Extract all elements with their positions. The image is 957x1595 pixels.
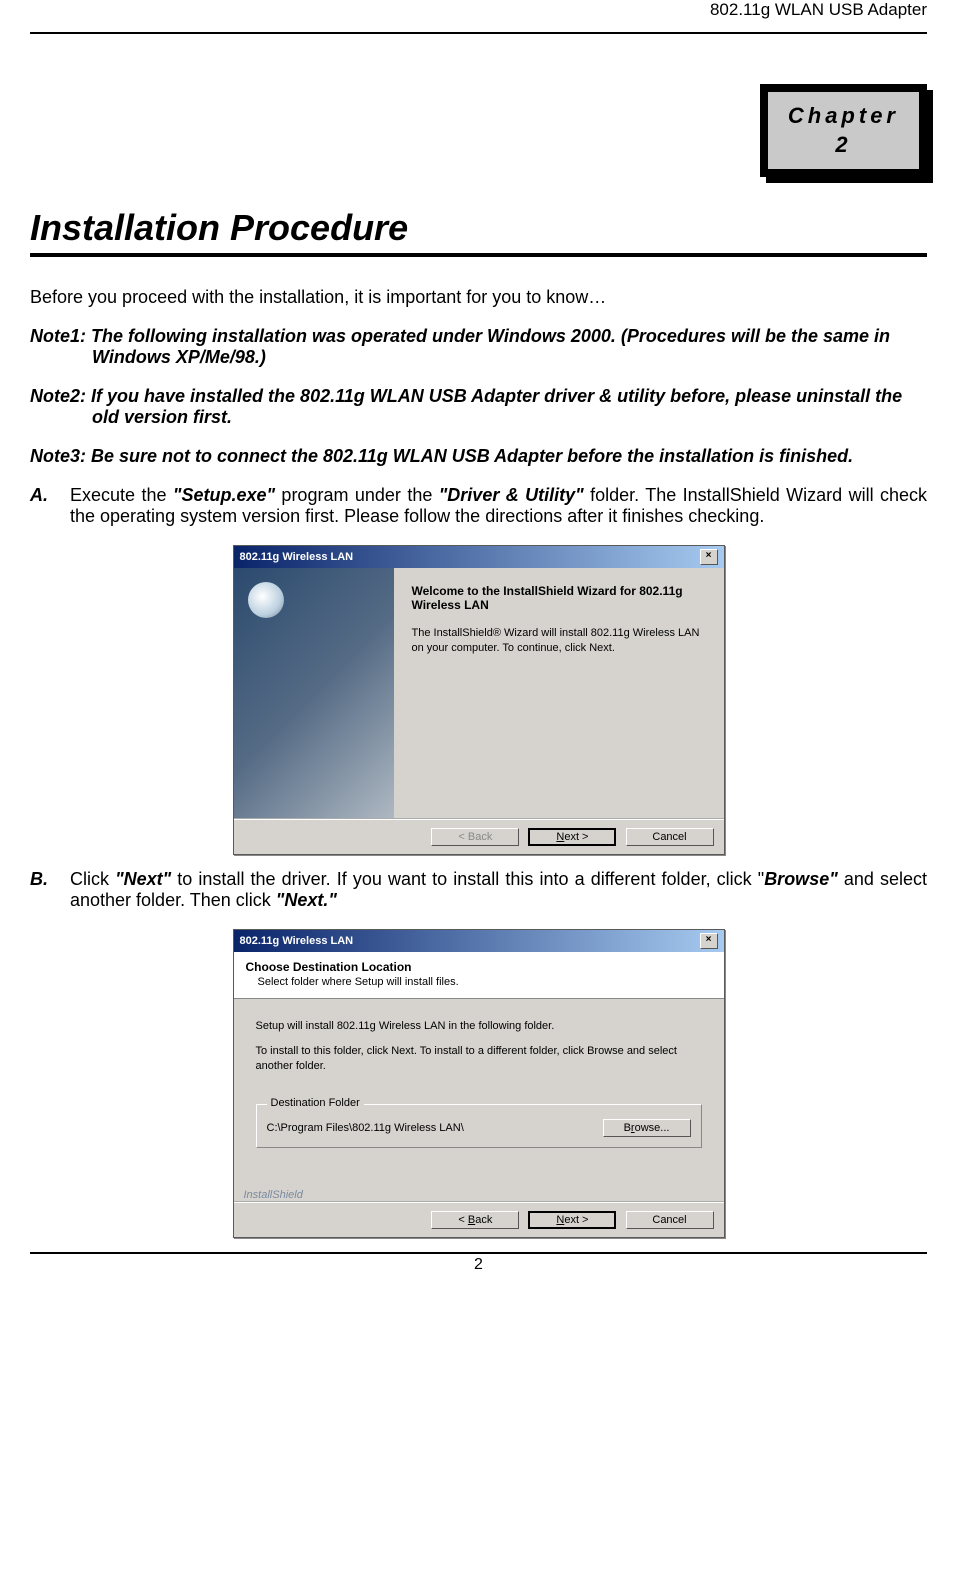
destination-path: C:\Program Files\802.11g Wireless LAN\ xyxy=(267,1122,464,1134)
installshield-brand: InstallShield xyxy=(234,1185,724,1201)
dialog1-next-button[interactable]: NNext >ext > xyxy=(528,828,616,846)
step-b-e2: Browse" xyxy=(764,869,838,889)
installshield-destination-dialog: 802.11g Wireless LAN × Choose Destinatio… xyxy=(233,929,725,1238)
note-3: Note3: Be sure not to connect the 802.11… xyxy=(30,446,927,467)
dialog2-back-button[interactable]: < Back xyxy=(431,1211,519,1229)
dialog1-welcome-heading: Welcome to the InstallShield Wizard for … xyxy=(412,584,706,612)
step-a-t1: Execute the xyxy=(70,485,173,505)
dialog1-titlebar: 802.11g Wireless LAN × xyxy=(234,546,724,568)
dialog2-next-button[interactable]: Next > xyxy=(528,1211,616,1229)
dialog1-sidebar-image xyxy=(234,568,394,818)
header-rule xyxy=(30,32,927,34)
dialog2-titlebar: 802.11g Wireless LAN × xyxy=(234,930,724,952)
step-b-t1: Click xyxy=(70,869,115,889)
dialog1-close-button[interactable]: × xyxy=(700,549,718,565)
note-1: Note1: The following installation was op… xyxy=(30,326,927,368)
step-a-t2: program under the xyxy=(275,485,439,505)
title-rule xyxy=(30,253,927,257)
dialog1-back-button: < Back xyxy=(431,828,519,846)
dialog1-cancel-button[interactable]: Cancel xyxy=(626,828,714,846)
step-b-e1: "Next" xyxy=(115,869,171,889)
step-a-e1: "Setup.exe" xyxy=(173,485,275,505)
chapter-number: 2 xyxy=(835,132,851,157)
intro-text: Before you proceed with the installation… xyxy=(30,287,927,308)
chapter-label: Chapter xyxy=(788,103,899,128)
chapter-box: Chapter 2 xyxy=(30,84,927,177)
step-b-t2: to install the driver. If you want to in… xyxy=(171,869,764,889)
step-b: B. Click "Next" to install the driver. I… xyxy=(30,869,927,911)
note-2: Note2: If you have installed the 802.11g… xyxy=(30,386,927,428)
dialog2-title: 802.11g Wireless LAN xyxy=(240,935,354,947)
running-header: 802.11g WLAN USB Adapter xyxy=(30,0,927,22)
step-a-e2: "Driver & Utility" xyxy=(439,485,584,505)
installshield-logo-icon xyxy=(248,582,284,618)
destination-folder-label: Destination Folder xyxy=(267,1097,364,1109)
step-b-letter: B. xyxy=(30,869,70,911)
browse-button[interactable]: Browse... xyxy=(603,1119,691,1137)
page-number: 2 xyxy=(30,1252,927,1274)
destination-folder-frame: Destination Folder C:\Program Files\802.… xyxy=(256,1104,702,1148)
dialog2-cancel-button[interactable]: Cancel xyxy=(626,1211,714,1229)
dialog2-heading: Choose Destination Location xyxy=(246,960,712,974)
dialog1-title: 802.11g Wireless LAN xyxy=(240,551,354,563)
step-a: A. Execute the "Setup.exe" program under… xyxy=(30,485,927,527)
page-title: Installation Procedure xyxy=(30,207,927,249)
dialog2-subheading: Select folder where Setup will install f… xyxy=(246,976,712,988)
step-a-letter: A. xyxy=(30,485,70,527)
dialog2-p2: To install to this folder, click Next. T… xyxy=(256,1044,702,1074)
dialog2-p1: Setup will install 802.11g Wireless LAN … xyxy=(256,1019,702,1034)
dialog2-close-button[interactable]: × xyxy=(700,933,718,949)
dialog1-description: The InstallShield® Wizard will install 8… xyxy=(412,626,706,656)
installshield-welcome-dialog: 802.11g Wireless LAN × Welcome to the In… xyxy=(233,545,725,855)
step-b-e3: "Next." xyxy=(276,890,337,910)
